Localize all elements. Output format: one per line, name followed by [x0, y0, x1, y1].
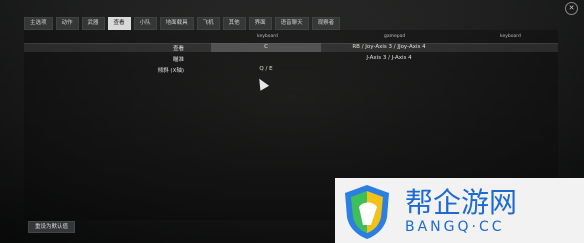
- watermark-text: 帮企游网 BANGQ·CC: [405, 185, 518, 235]
- tab-interface[interactable]: 界面: [248, 17, 272, 30]
- tab-view[interactable]: 查看: [107, 17, 131, 30]
- close-icon[interactable]: ✕: [565, 2, 578, 15]
- watermark-title: 帮企游网: [405, 185, 518, 219]
- keybind-primary[interactable]: Q / E: [211, 66, 321, 72]
- keybind-label: 倾斜 (X轴): [157, 68, 184, 74]
- column-header-keyboard: keyboard: [257, 34, 278, 39]
- tab-squad[interactable]: 小队: [133, 17, 157, 30]
- tab-bar: 主选项 动作 武器 查看 小队 地面载具 飞机 其他 界面 语音聊天 观察者: [24, 17, 341, 30]
- keybind-row-view[interactable]: 查看 C RB / Joy-Axis 3 / JJoy-Axis 4: [24, 43, 558, 52]
- tab-weapons[interactable]: 武器: [81, 17, 105, 30]
- tab-ground-vehicles[interactable]: 地面载具: [159, 17, 194, 30]
- keybind-secondary[interactable]: RB / Joy-Axis 3 / JJoy-Axis 4: [324, 44, 454, 50]
- keybind-label: 瞄准: [172, 57, 184, 63]
- keybind-label: 查看: [172, 46, 184, 52]
- column-header-keyboard-alt: keyboard: [500, 34, 521, 39]
- tab-voice-chat[interactable]: 语音聊天: [274, 17, 309, 30]
- keybind-row-lean[interactable]: 倾斜 (X轴) Q / E: [24, 65, 558, 74]
- tab-spectator[interactable]: 观察者: [311, 17, 341, 30]
- keybind-secondary[interactable]: J-Axis 3 / J-Axis 4: [324, 55, 454, 61]
- watermark: 帮企游网 BANGQ·CC: [335, 178, 584, 243]
- keybind-primary[interactable]: C: [211, 43, 321, 52]
- keybind-row-aim[interactable]: 瞄准 J-Axis 3 / J-Axis 4: [24, 54, 558, 63]
- tab-actions[interactable]: 动作: [55, 17, 79, 30]
- shield-logo-icon: [345, 184, 389, 239]
- watermark-subtitle: BANGQ·CC: [405, 218, 505, 235]
- reset-defaults-button[interactable]: 重设为默认值: [28, 221, 76, 233]
- tab-other[interactable]: 其他: [222, 17, 246, 30]
- tab-main-options[interactable]: 主选项: [24, 17, 53, 30]
- tab-aircraft[interactable]: 飞机: [196, 17, 220, 30]
- column-header-gamepad: gamepad: [384, 34, 406, 39]
